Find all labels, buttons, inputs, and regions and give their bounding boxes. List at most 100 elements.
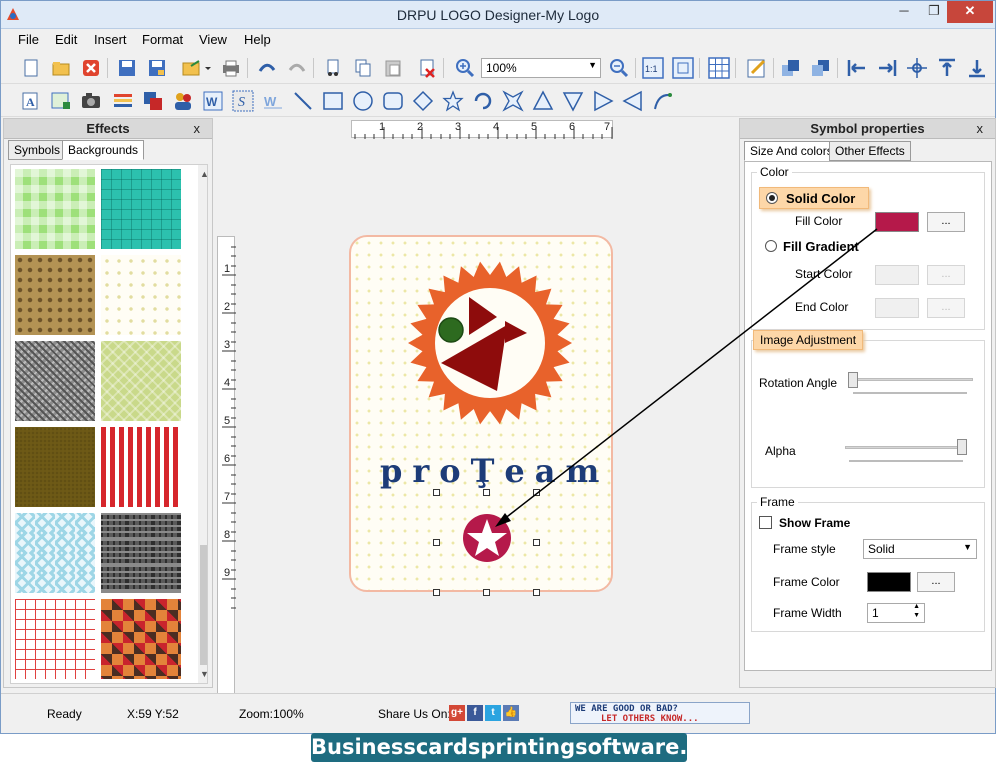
restore-button[interactable]: ❐ [919, 1, 949, 23]
align-top-icon[interactable] [935, 56, 959, 80]
triangle-up-tool-icon[interactable] [531, 89, 555, 113]
spin-up-icon[interactable]: ▲ [913, 603, 920, 610]
undo-icon[interactable] [255, 56, 279, 80]
background-swatch-blue-chevron[interactable] [15, 513, 95, 593]
background-swatch-red-stripes[interactable] [101, 427, 181, 507]
brand-text[interactable]: proŢeam [380, 452, 620, 490]
zoom-select[interactable]: 100% ▼ [481, 58, 601, 78]
align-right-icon[interactable] [875, 56, 899, 80]
solid-color-radio[interactable] [766, 192, 778, 204]
fill-gradient-radio[interactable] [765, 240, 777, 252]
star-badge-symbol[interactable] [461, 512, 513, 564]
rounded-rect-tool-icon[interactable] [381, 89, 405, 113]
selection-handle[interactable] [533, 589, 540, 596]
alpha-slider-thumb[interactable] [957, 439, 967, 455]
spin-down-icon[interactable]: ▼ [913, 612, 920, 619]
background-swatch-cream-dots[interactable] [101, 255, 181, 335]
triangle-right-tool-icon[interactable] [591, 89, 615, 113]
save-icon[interactable] [115, 56, 139, 80]
design-canvas[interactable]: 1 2 3 4 5 6 7 1 2 3 4 5 6 7 8 9 proŢeam [215, 118, 737, 714]
tab-symbols[interactable]: Symbols [8, 140, 67, 160]
selection-handle[interactable] [433, 489, 440, 496]
zoom-in-icon[interactable] [453, 56, 477, 80]
background-swatch-brown-pattern[interactable] [15, 255, 95, 335]
shapes-library-icon[interactable] [141, 89, 165, 113]
selection-handle[interactable] [433, 589, 440, 596]
frame-color-swatch[interactable] [867, 572, 911, 592]
facebook-icon[interactable]: f [467, 705, 483, 721]
library-icon[interactable] [111, 89, 135, 113]
fill-color-swatch[interactable] [875, 212, 919, 232]
selection-handle[interactable] [433, 539, 440, 546]
frame-width-spinner[interactable]: 1 ▲ ▼ [867, 603, 925, 623]
frame-style-select[interactable]: Solid ▼ [863, 539, 977, 559]
background-swatch-olive-solid[interactable] [15, 427, 95, 507]
end-color-browse-button[interactable]: ... [927, 298, 965, 318]
twitter-icon[interactable]: t [485, 705, 501, 721]
triangle-left-tool-icon[interactable] [621, 89, 645, 113]
bring-to-front-icon[interactable] [779, 56, 803, 80]
new-file-icon[interactable] [19, 56, 43, 80]
diamond-tool-icon[interactable] [411, 89, 435, 113]
close-button[interactable]: ✕ [947, 1, 993, 23]
fill-color-browse-button[interactable]: ... [927, 212, 965, 232]
google-plus-icon[interactable]: g+ [449, 705, 465, 721]
print-icon[interactable] [219, 56, 243, 80]
gallery-scrollbar[interactable]: ▲ ▼ [198, 165, 207, 683]
show-frame-checkbox[interactable] [759, 516, 772, 529]
export-icon[interactable] [179, 56, 213, 80]
align-center-icon[interactable] [905, 56, 929, 80]
paste-icon[interactable] [381, 56, 405, 80]
selection-handle[interactable] [483, 589, 490, 596]
menu-file[interactable]: File [18, 32, 39, 47]
scroll-up-icon[interactable]: ▲ [200, 169, 207, 179]
solid-color-option[interactable]: Solid Color [759, 187, 869, 209]
background-swatch-gray-weave[interactable] [15, 341, 95, 421]
background-swatch-teal-grid[interactable] [101, 169, 181, 249]
start-color-swatch[interactable] [875, 265, 919, 285]
background-swatch-red-grid[interactable] [15, 599, 95, 679]
grid-icon[interactable] [707, 56, 731, 80]
signature-icon[interactable]: S [231, 89, 255, 113]
scrollbar-thumb[interactable] [200, 545, 207, 665]
menu-insert[interactable]: Insert [94, 32, 127, 47]
feedback-button[interactable]: WE ARE GOOD OR BAD? LET OTHERS KNOW... [570, 702, 750, 724]
send-to-back-icon[interactable] [809, 56, 833, 80]
align-bottom-icon[interactable] [965, 56, 989, 80]
burst-tool-icon[interactable] [501, 89, 525, 113]
menu-help[interactable]: Help [244, 32, 271, 47]
text-tool-icon[interactable]: A [19, 89, 43, 113]
effects-close-button[interactable]: x [194, 119, 201, 139]
save-as-icon[interactable] [145, 56, 169, 80]
ellipse-tool-icon[interactable] [351, 89, 375, 113]
tab-size-and-colors[interactable]: Size And colors [744, 141, 839, 161]
star-tool-icon[interactable] [441, 89, 465, 113]
green-circle-symbol[interactable] [437, 316, 467, 346]
actual-size-icon[interactable]: 1:1 [641, 56, 665, 80]
alpha-slider[interactable] [845, 446, 967, 449]
tab-backgrounds[interactable]: Backgrounds [62, 140, 145, 160]
menu-view[interactable]: View [199, 32, 227, 47]
arc-tool-icon[interactable] [471, 89, 495, 113]
scroll-down-icon[interactable]: ▼ [200, 669, 207, 679]
minimize-button[interactable]: ─ [889, 1, 919, 23]
fit-to-window-icon[interactable] [671, 56, 695, 80]
tab-other-effects[interactable]: Other Effects [829, 141, 911, 161]
line-tool-icon[interactable] [291, 89, 315, 113]
open-folder-icon[interactable] [49, 56, 73, 80]
close-document-icon[interactable] [79, 56, 103, 80]
delete-icon[interactable] [415, 56, 439, 80]
word-art-icon[interactable]: W [201, 89, 225, 113]
zoom-out-icon[interactable] [607, 56, 631, 80]
users-icon[interactable] [171, 89, 195, 113]
selection-handle[interactable] [533, 539, 540, 546]
copy-icon[interactable] [351, 56, 375, 80]
frame-color-browse-button[interactable]: ... [917, 572, 955, 592]
rotation-angle-slider[interactable] [851, 378, 973, 381]
triangle-symbol[interactable] [435, 293, 555, 403]
watermark-icon[interactable]: W [261, 89, 285, 113]
align-left-icon[interactable] [845, 56, 869, 80]
menu-edit[interactable]: Edit [55, 32, 77, 47]
rectangle-tool-icon[interactable] [321, 89, 345, 113]
insert-image-icon[interactable] [49, 89, 73, 113]
